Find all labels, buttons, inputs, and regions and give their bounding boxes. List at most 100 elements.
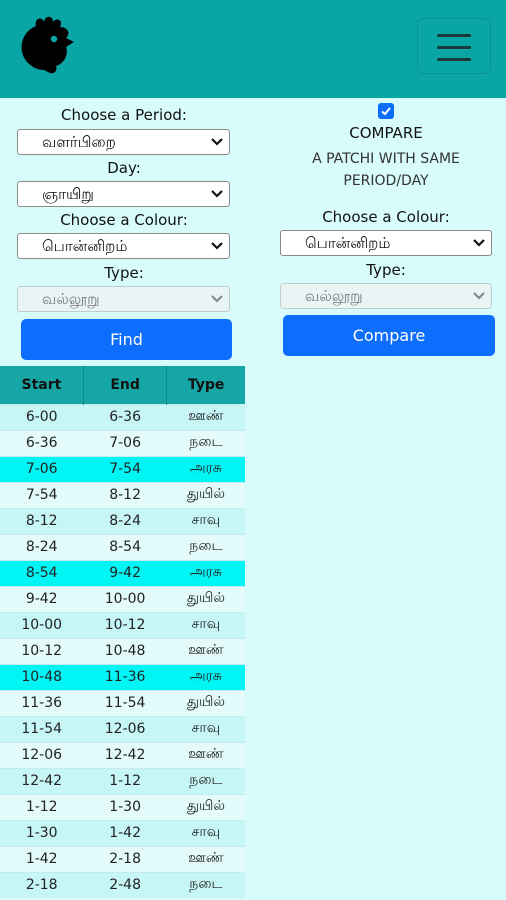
table-row: 8-54 9-42 அரசு (0, 559, 245, 586)
cell-end: 10-00 (83, 585, 167, 612)
type-label: Type: (104, 264, 144, 282)
period-select-value: வளர்பிறை (42, 133, 116, 151)
cell-end: 11-36 (83, 663, 167, 690)
compare-type-select: வல்லூறு (280, 283, 492, 309)
day-select[interactable]: ஞாயிறு (17, 181, 230, 207)
period-label: Choose a Period: (61, 106, 187, 124)
cell-end: 12-06 (83, 715, 167, 742)
table-row: 11-54 12-06 சாவு (0, 715, 245, 742)
cell-start: 8-54 (0, 559, 84, 586)
menu-toggle-button[interactable] (417, 18, 491, 74)
cell-start: 10-12 (0, 637, 84, 664)
cell-start: 6-00 (0, 403, 84, 430)
chevron-down-icon (473, 292, 485, 300)
cell-end: 1-30 (83, 793, 167, 820)
chevron-down-icon (211, 190, 223, 198)
table-row: 2-18 2-48 நடை (0, 871, 245, 898)
cell-start: 8-24 (0, 533, 84, 560)
cell-type: துயில் (166, 689, 245, 716)
table-row: 1-30 1-42 சாவு (0, 819, 245, 846)
cell-type: நடை (166, 429, 245, 456)
cell-end: 7-54 (83, 455, 167, 482)
table-row: 1-12 1-30 துயில் (0, 793, 245, 820)
cell-start: 10-48 (0, 663, 84, 690)
cell-type: அரசு (166, 663, 245, 690)
table-row: 6-36 7-06 நடை (0, 429, 245, 456)
cell-end: 11-54 (83, 689, 167, 716)
rooster-head-icon[interactable] (14, 12, 82, 80)
cell-type: துயில் (166, 585, 245, 612)
cell-end: 2-48 (83, 871, 167, 898)
cell-start: 12-06 (0, 741, 84, 768)
cell-end: 10-12 (83, 611, 167, 638)
cell-type: சாவு (166, 611, 245, 638)
chevron-down-icon (211, 295, 223, 303)
cell-end: 9-42 (83, 559, 167, 586)
cell-start: 11-36 (0, 689, 84, 716)
hamburger-menu-icon (437, 34, 471, 37)
table-row: 8-24 8-54 நடை (0, 533, 245, 560)
find-button[interactable]: Find (21, 319, 232, 360)
cell-start: 1-12 (0, 793, 84, 820)
table-row: 8-12 8-24 சாவு (0, 507, 245, 534)
cell-start: 7-54 (0, 481, 84, 508)
cell-type: துயில் (166, 481, 245, 508)
cell-type: துயில் (166, 793, 245, 820)
cell-end: 8-54 (83, 533, 167, 560)
table-row: 11-36 11-54 துயில் (0, 689, 245, 716)
cell-type: சாவு (166, 715, 245, 742)
cell-end: 10-48 (83, 637, 167, 664)
cell-type: ஊண் (166, 403, 245, 430)
cell-type: ஊண் (166, 845, 245, 872)
cell-start: 7-06 (0, 455, 84, 482)
cell-type: நடை (166, 533, 245, 560)
compare-colour-select-value: பொன்னிறம் (305, 234, 391, 252)
cell-end: 12-42 (83, 741, 167, 768)
schedule-table: Start End Type 6-00 6-36 ஊண் 6-36 7-06 நடை 7-0… (0, 366, 245, 898)
cell-type: அரசு (166, 455, 245, 482)
header-end: End (82, 366, 167, 404)
table-row: 7-06 7-54 அரசு (0, 455, 245, 482)
cell-end: 7-06 (83, 429, 167, 456)
cell-start: 10-00 (0, 611, 84, 638)
header-start: Start (0, 366, 84, 404)
compare-button[interactable]: Compare (283, 315, 495, 356)
table-row: 9-42 10-00 துயில் (0, 585, 245, 612)
cell-type: அரசு (166, 559, 245, 586)
table-row: 6-00 6-36 ஊண் (0, 403, 245, 430)
table-row: 7-54 8-12 துயில் (0, 481, 245, 508)
chevron-down-icon (211, 242, 223, 250)
cell-end: 1-12 (83, 767, 167, 794)
cell-type: ஊண் (166, 741, 245, 768)
table-header-row: Start End Type (0, 366, 245, 404)
cell-type: நடை (166, 767, 245, 794)
period-select[interactable]: வளர்பிறை (17, 129, 230, 155)
cell-start: 9-42 (0, 585, 84, 612)
cell-start: 8-12 (0, 507, 84, 534)
chevron-down-icon (211, 138, 223, 146)
cell-type: நடை (166, 871, 245, 898)
cell-end: 8-24 (83, 507, 167, 534)
compare-subtitle: A PATCHI WITH SAME PERIOD/DAY (312, 151, 460, 189)
compare-title: COMPARE (349, 124, 423, 142)
header-type: Type (166, 366, 245, 404)
compare-colour-select[interactable]: பொன்னிறம் (280, 230, 492, 256)
cell-end: 1-42 (83, 819, 167, 846)
table-row: 10-12 10-48 ஊண் (0, 637, 245, 664)
checkmark-icon (381, 107, 391, 116)
cell-type: சாவு (166, 819, 245, 846)
day-label: Day: (107, 159, 141, 177)
compare-checkbox[interactable] (378, 103, 394, 119)
table-body: 6-00 6-36 ஊண் 6-36 7-06 நடை 7-06 7-54 அரசு 7-54 8-… (0, 403, 245, 898)
compare-type-label: Type: (366, 261, 406, 279)
colour-select[interactable]: பொன்னிறம் (17, 233, 230, 259)
compare-type-select-value: வல்லூறு (305, 287, 363, 305)
table-row: 12-42 1-12 நடை (0, 767, 245, 794)
cell-type: ஊண் (166, 637, 245, 664)
cell-type: சாவு (166, 507, 245, 534)
cell-end: 8-12 (83, 481, 167, 508)
cell-start: 12-42 (0, 767, 84, 794)
type-select: வல்லூறு (17, 286, 230, 312)
table-row: 12-06 12-42 ஊண் (0, 741, 245, 768)
compare-colour-label: Choose a Colour: (322, 208, 450, 226)
